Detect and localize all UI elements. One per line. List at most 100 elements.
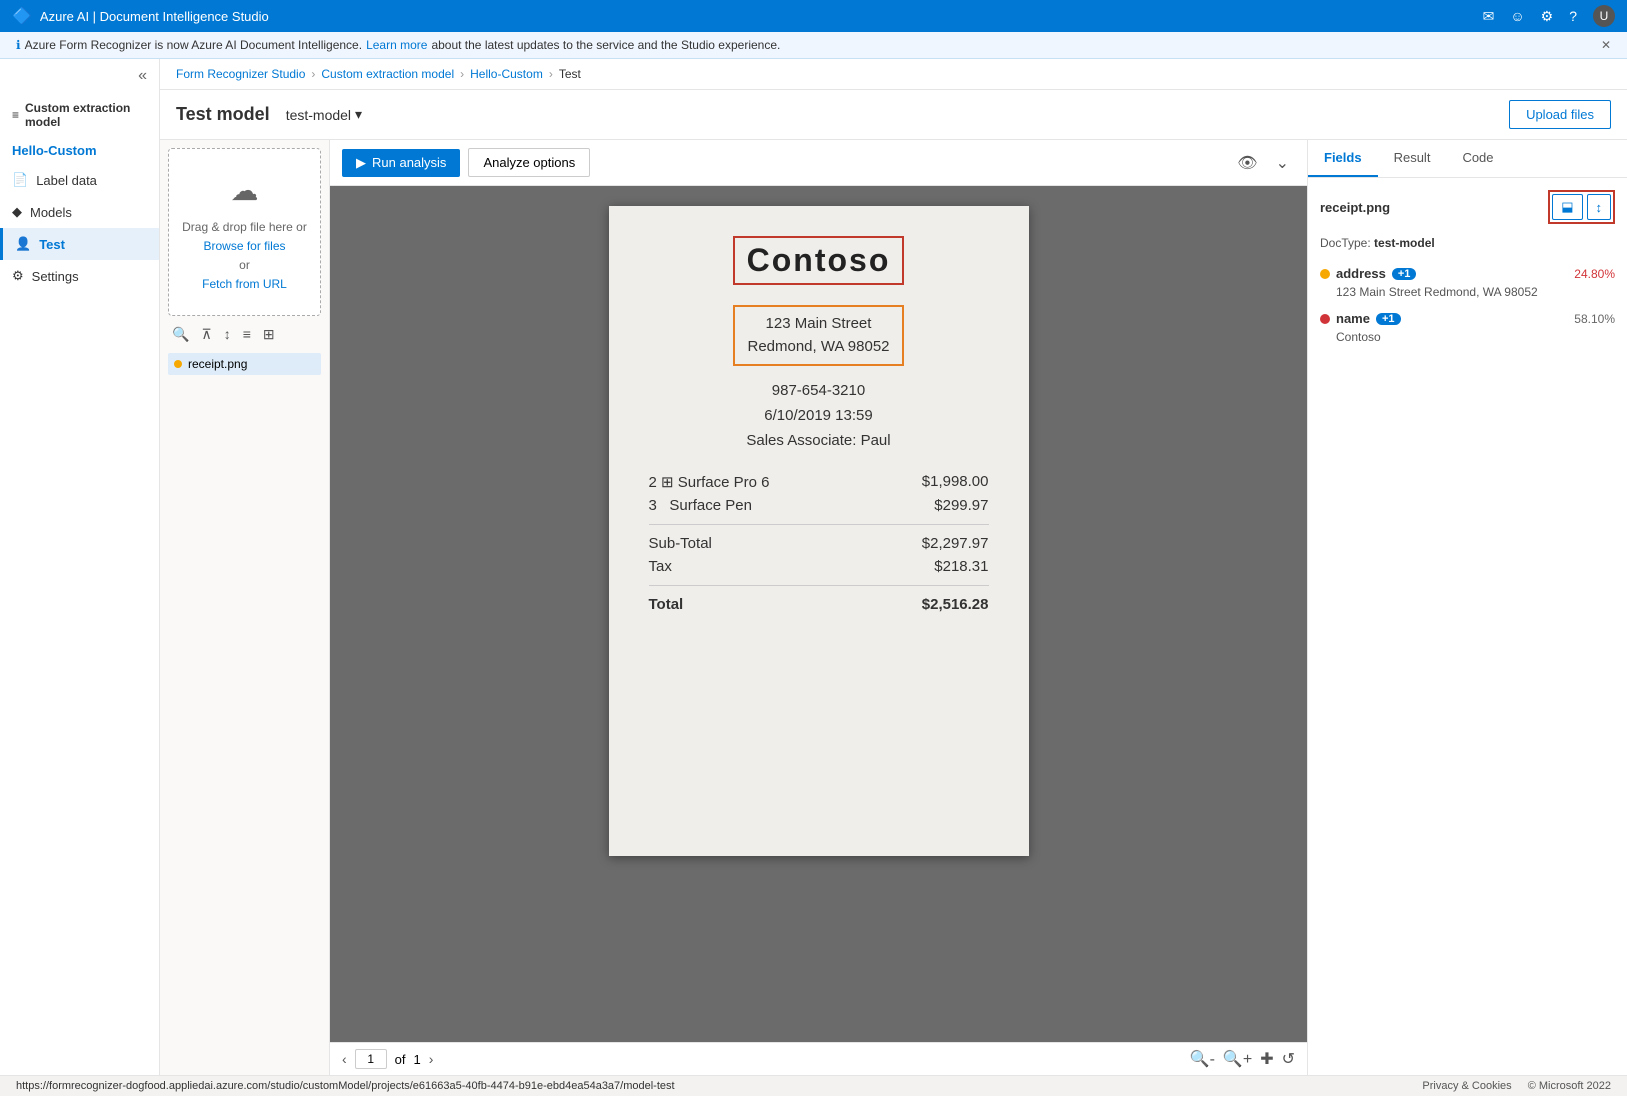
model-selector[interactable]: test-model ▾ bbox=[278, 102, 370, 127]
sidebar-item-models[interactable]: ◆ Models bbox=[0, 196, 159, 228]
canvas-view-controls: 👁 ⌄ bbox=[1231, 151, 1295, 175]
zoom-out-button[interactable]: 🔍- bbox=[1190, 1049, 1215, 1069]
page-number-input[interactable] bbox=[355, 1049, 387, 1069]
zoom-in-button[interactable]: 🔍+ bbox=[1223, 1049, 1252, 1069]
prev-page-button[interactable]: ‹ bbox=[342, 1051, 347, 1067]
run-icon: ▶ bbox=[356, 155, 366, 171]
result-file-row: receipt.png ⬓ ↕ bbox=[1320, 190, 1615, 224]
field-name-label: name +1 bbox=[1320, 311, 1401, 326]
tax-label: Tax bbox=[649, 558, 672, 575]
title-bar: 🔷 Azure AI | Document Intelligence Studi… bbox=[0, 0, 1627, 32]
total-value: $2,516.28 bbox=[922, 596, 989, 613]
notification-close[interactable]: ✕ bbox=[1601, 38, 1611, 52]
address-value: 123 Main Street Redmond, WA 98052 bbox=[1320, 285, 1615, 299]
analyze-options-button[interactable]: Analyze options bbox=[468, 148, 590, 177]
right-panel-content: receipt.png ⬓ ↕ DocType: test-model bbox=[1308, 178, 1627, 1075]
copy-result-button[interactable]: ⬓ bbox=[1552, 194, 1582, 220]
sidebar-item-settings[interactable]: ⚙ Settings bbox=[0, 260, 159, 292]
sidebar-project[interactable]: Hello-Custom bbox=[0, 137, 159, 164]
field-address-header: address +1 24.80% bbox=[1320, 266, 1615, 281]
sidebar-item-test[interactable]: 👤 Test bbox=[0, 228, 159, 260]
status-url: https://formrecognizer-dogfood.appliedai… bbox=[16, 1080, 675, 1092]
upload-drag-text: Drag & drop file here or bbox=[181, 218, 308, 237]
sidebar-item-label-data[interactable]: 📄 Label data bbox=[0, 164, 159, 196]
privacy-link[interactable]: Privacy & Cookies bbox=[1422, 1080, 1511, 1092]
status-right: Privacy & Cookies © Microsoft 2022 bbox=[1422, 1080, 1611, 1092]
upload-drop-area[interactable]: ☁ Drag & drop file here or Browse for fi… bbox=[168, 148, 321, 316]
page-title: Test model bbox=[176, 104, 270, 125]
tab-result[interactable]: Result bbox=[1378, 140, 1447, 177]
upload-or-text: or bbox=[181, 256, 308, 275]
receipt-items: 2 ⊞ Surface Pro 6 $1,998.00 3 Surface Pe… bbox=[649, 473, 989, 619]
receipt-divider bbox=[649, 524, 989, 525]
models-label: Models bbox=[30, 205, 72, 220]
canvas-toolbar: ▶ Run analysis Analyze options 👁 ⌄ bbox=[330, 140, 1307, 186]
name-dot bbox=[1320, 314, 1330, 324]
notification-text: Azure Form Recognizer is now Azure AI Do… bbox=[25, 38, 363, 52]
sidebar-title: ≡ Custom extraction model bbox=[0, 93, 159, 137]
item1-price: $1,998.00 bbox=[922, 473, 989, 491]
receipt-phone: 987-654-3210 bbox=[772, 382, 865, 399]
content-area: Form Recognizer Studio › Custom extracti… bbox=[160, 59, 1627, 1075]
page-header: Test model test-model ▾ Upload files bbox=[160, 90, 1627, 140]
tab-code[interactable]: Code bbox=[1446, 140, 1509, 177]
fetch-url-link[interactable]: Fetch from URL bbox=[202, 277, 287, 291]
breadcrumb-custom-extraction[interactable]: Custom extraction model bbox=[321, 67, 454, 81]
filter-file-button[interactable]: ⊼ bbox=[197, 324, 215, 345]
canvas-area: ▶ Run analysis Analyze options 👁 ⌄ Conto… bbox=[330, 140, 1307, 1075]
test-label: Test bbox=[39, 237, 65, 252]
result-file-name: receipt.png bbox=[1320, 200, 1390, 215]
export-result-button[interactable]: ↕ bbox=[1587, 194, 1612, 220]
sidebar-title-label: Custom extraction model bbox=[25, 101, 147, 129]
run-analysis-button[interactable]: ▶ Run analysis bbox=[342, 149, 460, 177]
receipt-associate: Sales Associate: Paul bbox=[746, 432, 890, 449]
next-page-button[interactable]: › bbox=[429, 1051, 434, 1067]
receipt-address-line1: 123 Main Street bbox=[747, 313, 889, 336]
subtotal-value: $2,297.97 bbox=[922, 535, 989, 552]
breadcrumb-form-recognizer[interactable]: Form Recognizer Studio bbox=[176, 67, 305, 81]
label-data-label: Label data bbox=[36, 173, 97, 188]
search-file-button[interactable]: 🔍 bbox=[168, 324, 193, 345]
sort-file-button[interactable]: ↕ bbox=[220, 324, 235, 344]
file-item-receipt[interactable]: receipt.png bbox=[168, 353, 321, 375]
upload-files-button[interactable]: Upload files bbox=[1509, 100, 1611, 129]
help-icon[interactable]: ? bbox=[1569, 8, 1577, 24]
learn-more-link[interactable]: Learn more bbox=[366, 38, 427, 52]
total-label: Total bbox=[649, 596, 684, 613]
tab-fields[interactable]: Fields bbox=[1308, 140, 1378, 177]
result-action-buttons: ⬓ ↕ bbox=[1548, 190, 1615, 224]
app-title: Azure AI | Document Intelligence Studio bbox=[40, 9, 269, 24]
address-count: +1 bbox=[1392, 268, 1417, 280]
list-view-button[interactable]: ≡ bbox=[239, 324, 255, 344]
item2-qty-name: 3 Surface Pen bbox=[649, 497, 752, 514]
receipt-address-line2: Redmond, WA 98052 bbox=[747, 336, 889, 359]
title-bar-icons: ✉ ☺ ⚙ ? U bbox=[1483, 5, 1615, 27]
breadcrumb-sep-2: › bbox=[460, 67, 464, 81]
item2-qty: 3 bbox=[649, 497, 657, 514]
subtotal-label: Sub-Total bbox=[649, 535, 712, 552]
email-icon[interactable]: ✉ bbox=[1483, 8, 1495, 25]
model-name: test-model bbox=[286, 107, 351, 123]
cloud-upload-icon: ☁ bbox=[181, 169, 308, 214]
receipt-subtotal-row: Sub-Total $2,297.97 bbox=[649, 535, 989, 552]
breadcrumb-hello-custom[interactable]: Hello-Custom bbox=[470, 67, 543, 81]
expand-view-button[interactable]: ⌄ bbox=[1270, 151, 1295, 175]
grid-view-button[interactable]: ⊞ bbox=[259, 324, 279, 345]
user-avatar[interactable]: U bbox=[1593, 5, 1615, 27]
tax-value: $218.31 bbox=[934, 558, 988, 575]
models-icon: ◆ bbox=[12, 204, 22, 220]
item1-qty-name: 2 ⊞ Surface Pro 6 bbox=[649, 473, 770, 491]
sidebar-toggle[interactable]: « bbox=[0, 59, 159, 93]
breadcrumb-sep-3: › bbox=[549, 67, 553, 81]
settings-icon[interactable]: ⚙ bbox=[1541, 8, 1554, 25]
eye-view-button[interactable]: 👁 bbox=[1231, 151, 1263, 175]
browse-files-link[interactable]: Browse for files bbox=[203, 239, 285, 253]
page-total: 1 bbox=[414, 1052, 421, 1067]
menu-icon: ≡ bbox=[12, 108, 19, 122]
emoji-icon[interactable]: ☺ bbox=[1510, 8, 1524, 24]
doctype-row: DocType: test-model bbox=[1320, 236, 1615, 250]
pan-button[interactable]: ✚ bbox=[1260, 1049, 1273, 1069]
receipt-datetime: 6/10/2019 13:59 bbox=[764, 407, 872, 424]
field-item-name: name +1 58.10% Contoso bbox=[1320, 311, 1615, 344]
reset-zoom-button[interactable]: ↺ bbox=[1282, 1049, 1295, 1069]
